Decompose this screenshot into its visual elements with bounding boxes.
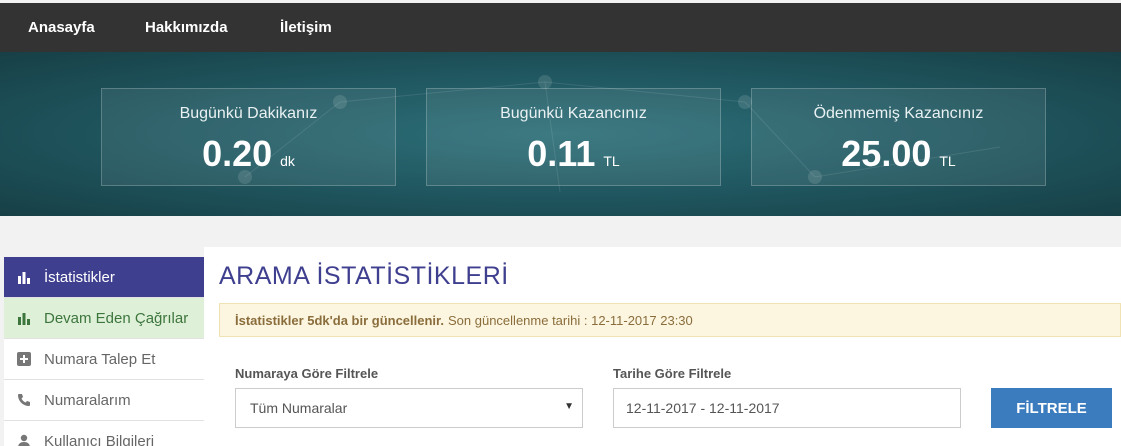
sidebar-item-request-number[interactable]: Numara Talep Et [4, 339, 204, 380]
stat-unit: TL [603, 153, 620, 169]
sidebar-item-label: Numaralarım [44, 391, 131, 409]
filter-button[interactable]: FİLTRELE [991, 388, 1112, 428]
stat-card-minutes: Bugünkü Dakikanız 0.20 dk [101, 88, 396, 186]
top-navbar: Anasayfa Hakkımızda İletişim [0, 0, 1121, 58]
page-title: ARAMA İSTATİSTİKLERİ [219, 262, 509, 290]
bar-chart-icon [16, 269, 32, 285]
sidebar-item-statistics[interactable]: İstatistikler [4, 257, 204, 298]
date-range-value: 12-11-2017 - 12-11-2017 [626, 400, 780, 416]
stat-unit: dk [280, 153, 295, 169]
number-filter-label: Numaraya Göre Filtrele [235, 366, 379, 381]
alert-text: Son güncellenme tarihi : 12-11-2017 23:3… [448, 312, 693, 328]
nav-about-link[interactable]: Hakkımızda [145, 19, 228, 36]
sidebar-item-user-info[interactable]: Kullanıcı Bilgileri [4, 421, 204, 446]
main-panel: ARAMA İSTATİSTİKLERİ İstatistikler 5dk'd… [204, 247, 1121, 446]
bar-chart-icon [16, 310, 32, 326]
date-filter-label: Tarihe Göre Filtrele [613, 366, 732, 381]
sidebar-item-ongoing-calls[interactable]: Devam Eden Çağrılar [4, 298, 204, 339]
stat-label: Ödenmemiş Kazancınız [813, 105, 984, 122]
caret-down-icon: ▼ [564, 401, 574, 412]
stat-card-unpaid-earnings: Ödenmemiş Kazancınız 25.00 TL [751, 88, 1046, 186]
user-icon [16, 433, 32, 446]
date-range-input[interactable]: 12-11-2017 - 12-11-2017 [613, 388, 961, 428]
sidebar-menu: İstatistikler Devam Eden Çağrılar Numara… [4, 257, 204, 446]
sidebar-item-label: Kullanıcı Bilgileri [44, 432, 155, 446]
phone-icon [16, 392, 32, 408]
stat-unit: TL [939, 153, 956, 169]
alert-bold-text: İstatistikler 5dk'da bir güncellenir. [235, 312, 444, 328]
update-info-alert: İstatistikler 5dk'da bir güncellenir. So… [219, 303, 1121, 337]
stat-label: Bugünkü Kazancınız [500, 105, 647, 122]
number-filter-select[interactable]: Tüm Numaralar ▼ [235, 388, 583, 428]
number-filter-value: Tüm Numaralar [250, 400, 348, 416]
plus-square-icon [16, 351, 32, 367]
stat-value: 0.20 [202, 133, 273, 174]
stat-label: Bugünkü Dakikanız [179, 105, 318, 122]
nav-contact-link[interactable]: İletişim [280, 19, 332, 36]
sidebar-item-label: Numara Talep Et [44, 350, 156, 368]
stat-value: 25.00 [841, 133, 932, 174]
stats-hero: Bugünkü Dakikanız 0.20 dk Bugünkü Kazancı… [0, 52, 1121, 216]
stat-value: 0.11 [527, 133, 596, 174]
sidebar-item-my-numbers[interactable]: Numaralarım [4, 380, 204, 421]
sidebar-item-label: Devam Eden Çağrılar [44, 309, 189, 327]
sidebar-item-label: İstatistikler [44, 268, 115, 286]
nav-home-link[interactable]: Anasayfa [28, 19, 95, 36]
stat-card-earnings-today: Bugünkü Kazancınız 0.11 TL [426, 88, 721, 186]
